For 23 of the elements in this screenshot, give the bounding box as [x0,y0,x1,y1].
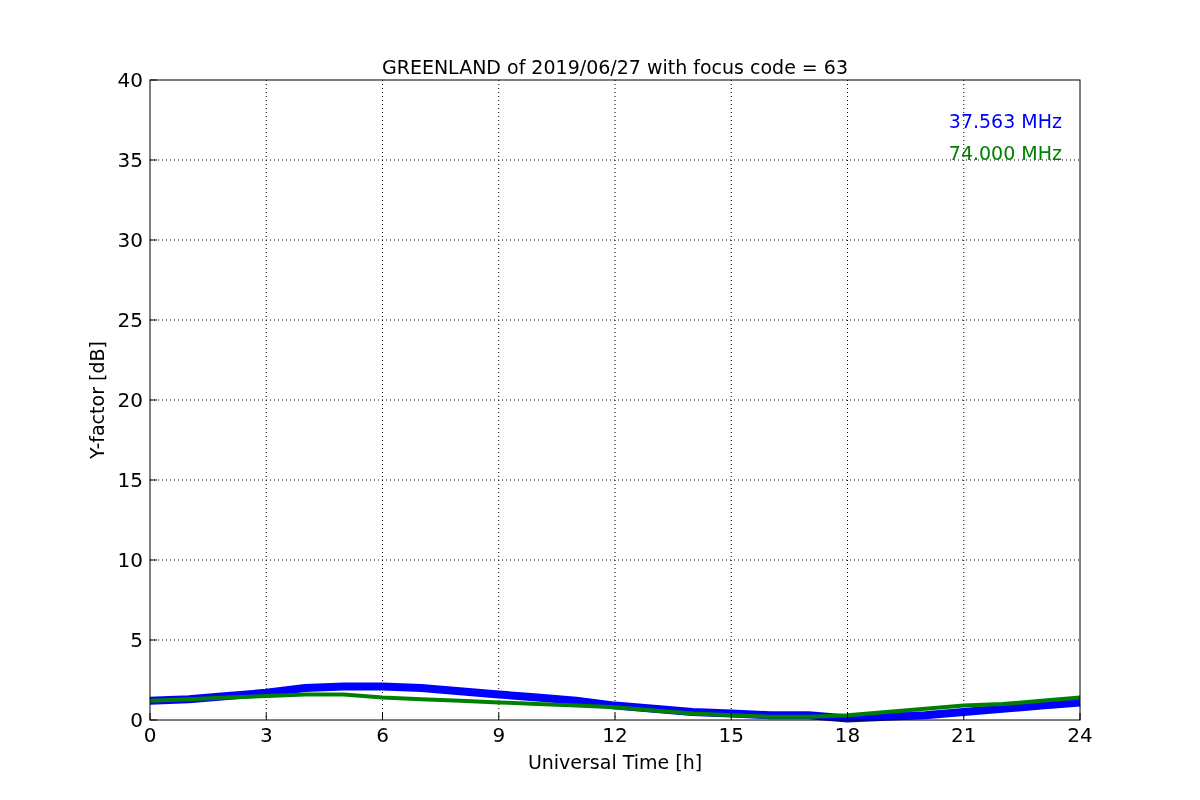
y-axis-label: Y-factor [dB] [86,341,108,459]
x-tick-label: 9 [492,723,506,747]
x-tick-label: 3 [259,723,273,747]
x-tick-label: 24 [1067,723,1093,747]
x-tick-label: 0 [143,723,157,747]
x-tick-label: 6 [376,723,389,747]
x-axis-label: Universal Time [h] [527,751,703,773]
y-tick-label: 15 [117,468,143,492]
x-tick-label: 21 [951,723,977,747]
y-tick-label: 0 [130,708,143,732]
y-tick-label: 25 [117,308,143,332]
x-tick-label: 12 [602,723,628,747]
legend-label: 74.000 MHz [948,142,1062,164]
x-tick-label: 18 [834,723,861,747]
y-tick-label: 35 [117,148,143,172]
y-tick-label: 20 [117,388,143,412]
y-tick-label: 5 [130,628,143,652]
y-tick-label: 10 [117,548,143,572]
legend-label: 37.563 MHz [948,110,1062,132]
chart-title: GREENLAND of 2019/06/27 with focus code = 63 [382,56,848,78]
y-tick-label: 30 [117,228,143,252]
y-tick-label: 40 [117,68,143,92]
x-tick-label: 15 [718,723,744,747]
